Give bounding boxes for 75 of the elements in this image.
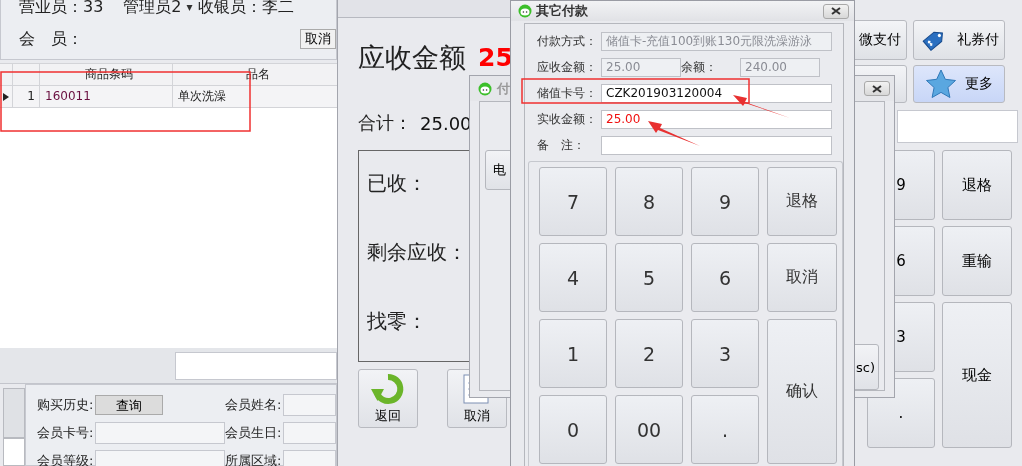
summary-label: 找零：	[367, 309, 428, 333]
keypad-button[interactable]: 退格	[767, 167, 837, 236]
input-field[interactable]	[601, 136, 832, 155]
close-icon	[831, 7, 841, 15]
keypad-button[interactable]: .	[691, 395, 759, 464]
admin-label: 管理员2	[123, 0, 182, 17]
input-field[interactable]	[283, 450, 336, 466]
star-icon	[925, 69, 957, 99]
back-button[interactable]: 返回	[358, 369, 418, 428]
field-label: 购买历史:	[37, 396, 95, 414]
query-button[interactable]: 查询	[95, 395, 163, 415]
window-title: 付	[497, 79, 510, 98]
keypad-button[interactable]: 3	[691, 319, 759, 388]
total-value: 25.00	[420, 112, 472, 134]
pay-button[interactable]: 微支付	[852, 20, 907, 60]
field-label: 余额：	[681, 59, 718, 76]
close-icon	[872, 84, 882, 93]
row-pointer-icon	[3, 92, 9, 101]
pig-icon	[518, 4, 532, 18]
keypad-button[interactable]: 现金	[942, 302, 1012, 448]
summary-label: 剩余应收：	[367, 240, 468, 264]
circular-arrow-icon	[371, 372, 405, 405]
close-button[interactable]	[864, 81, 890, 96]
pay-button[interactable]: 礼券付	[913, 20, 1005, 60]
keypad-button[interactable]: 4	[539, 243, 607, 312]
field-label: 备 注：	[537, 137, 586, 154]
keypad-button[interactable]: 7	[539, 167, 607, 236]
input-field[interactable]: 25.00	[601, 110, 832, 129]
keypad-button[interactable]: 00	[615, 395, 683, 464]
keypad-button[interactable]: 2	[615, 319, 683, 388]
input-field[interactable]	[897, 110, 1018, 143]
field-label: 会员等级:	[37, 452, 95, 466]
field-label: 所属区域:	[225, 452, 283, 466]
amount-value: 25	[478, 43, 513, 73]
field-label: 会员卡号:	[37, 424, 95, 442]
total-label: 合计：	[358, 111, 412, 135]
input-field[interactable]	[283, 394, 336, 416]
keypad-button[interactable]: 取消	[767, 243, 837, 312]
input-field[interactable]	[283, 422, 336, 444]
keypad-button[interactable]: 确认	[767, 319, 837, 464]
keypad-button[interactable]: 0	[539, 395, 607, 464]
member-label: 会 员：	[19, 29, 83, 49]
keypad-button[interactable]: 6	[691, 243, 759, 312]
field-label: 实收金额：	[537, 111, 598, 128]
table-cell-text: 单次洗澡	[177, 88, 227, 105]
keypad-button[interactable]: 5	[615, 243, 683, 312]
side-tab[interactable]	[3, 438, 25, 466]
field-label: 应收金额：	[537, 59, 598, 76]
keypad-button[interactable]: 退格	[942, 150, 1012, 220]
input-field[interactable]	[95, 450, 225, 466]
annotation-arrow	[733, 95, 790, 118]
close-button[interactable]	[823, 3, 849, 19]
table-cell: 160011	[40, 86, 173, 107]
keypad-button[interactable]: 9	[691, 167, 759, 236]
side-tab[interactable]	[3, 388, 25, 439]
input-field[interactable]	[95, 422, 225, 444]
annotation-arrow	[648, 121, 700, 146]
keypad-button[interactable]: 8	[615, 167, 683, 236]
field-label: 会员姓名:	[225, 396, 283, 414]
keypad-button[interactable]: 1	[539, 319, 607, 388]
row-number: 1	[13, 86, 40, 107]
input-field[interactable]: CZK201903120004	[601, 84, 832, 103]
amount-label: 应收金额	[358, 41, 467, 75]
window-title: 其它付款	[536, 2, 588, 20]
keypad-button[interactable]: 重输	[942, 226, 1012, 296]
field-label: 付款方式：	[537, 33, 598, 50]
row-indicator[interactable]	[0, 86, 13, 107]
field-label: 会员生日:	[225, 424, 283, 442]
field-label: 储值卡号：	[537, 85, 598, 102]
input-field[interactable]	[175, 351, 337, 380]
pay-button[interactable]: 更多	[913, 65, 1005, 103]
pig-icon	[478, 81, 492, 96]
summary-label: 已收：	[367, 171, 428, 195]
cancel-button[interactable]: 取消	[300, 29, 336, 49]
caret-icon[interactable]: ▾	[186, 0, 193, 14]
